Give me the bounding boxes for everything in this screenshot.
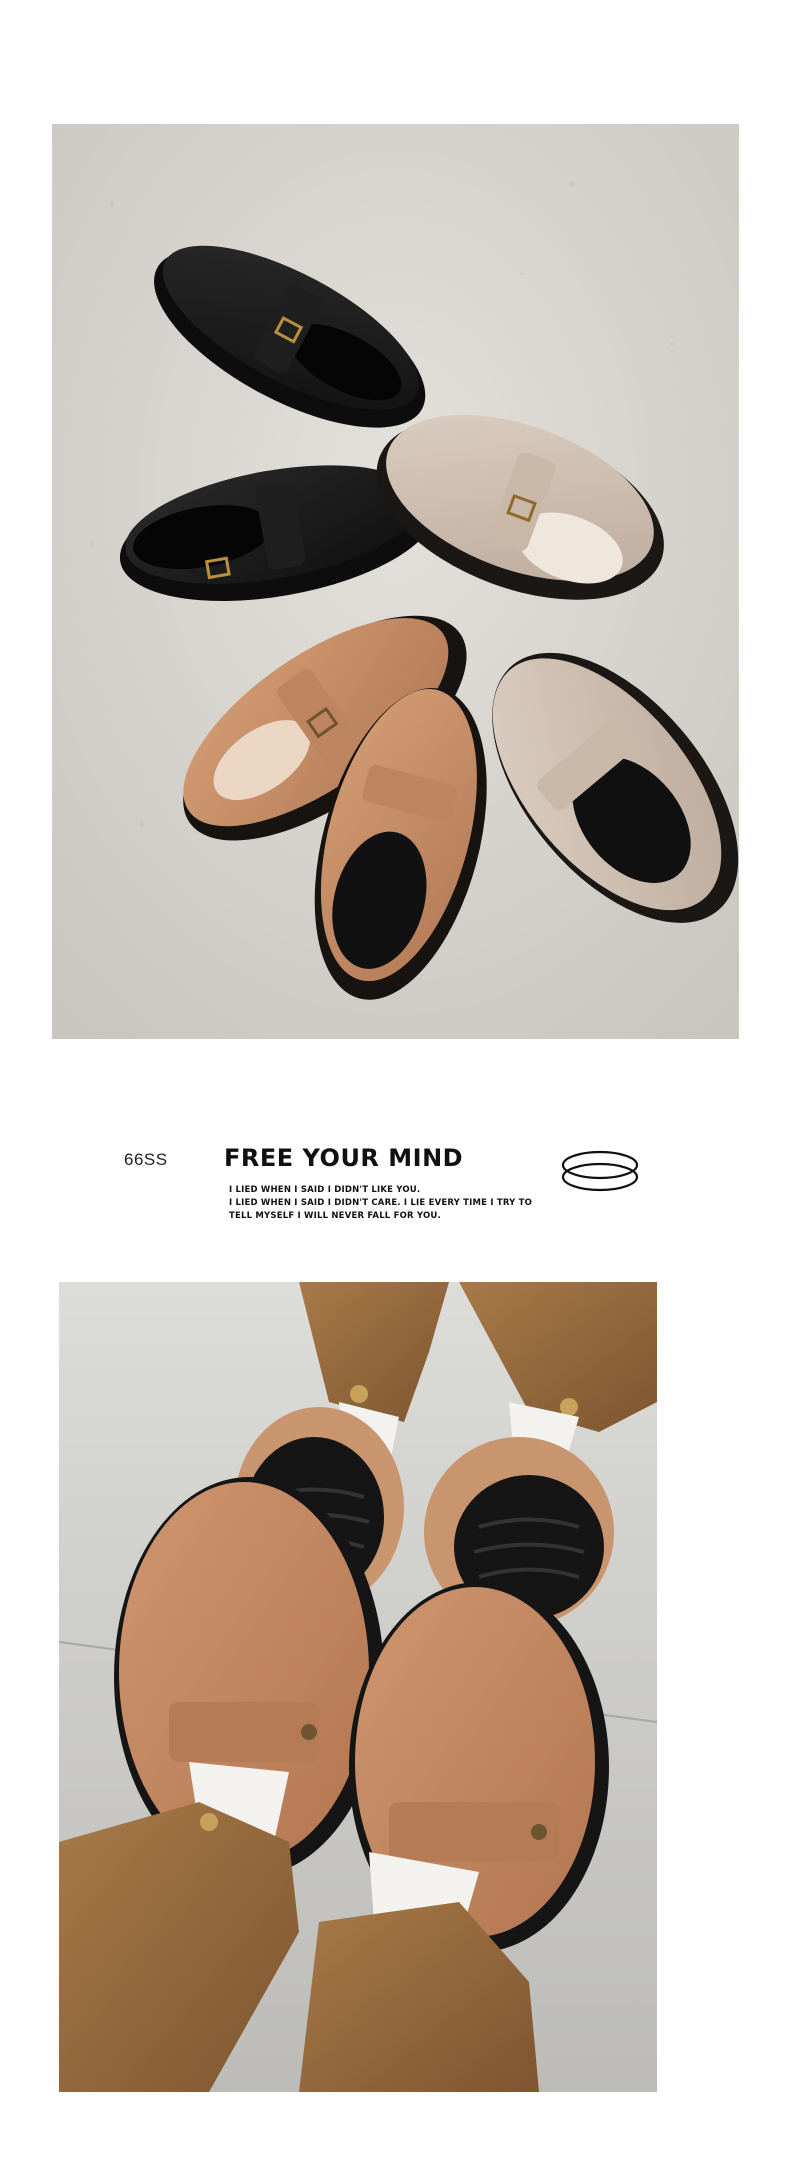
- top-product-photo: [52, 124, 739, 1039]
- headline: FREE YOUR MIND: [224, 1144, 464, 1172]
- bottom-lifestyle-photo: [59, 1282, 657, 2092]
- tagline-text: I LIED WHEN I SAID I DIDN'T LIKE YOU. I …: [229, 1184, 533, 1223]
- tagline-line-1: I LIED WHEN I SAID I DIDN'T LIKE YOU.: [229, 1185, 421, 1195]
- season-label: 66SS: [124, 1150, 168, 1169]
- double-ring-icon: [561, 1150, 639, 1192]
- clogs-flatlay-image: [52, 124, 739, 1039]
- tagline-line-2: I LIED WHEN I SAID I DIDN'T CARE. I LIE …: [229, 1198, 533, 1208]
- tagline-section: 66SS FREE YOUR MIND I LIED WHEN I SAID I…: [0, 1130, 790, 1250]
- tagline-line-3: TELL MYSELF I WILL NEVER FALL FOR YOU.: [229, 1211, 441, 1221]
- clogs-worn-image: [59, 1282, 657, 2092]
